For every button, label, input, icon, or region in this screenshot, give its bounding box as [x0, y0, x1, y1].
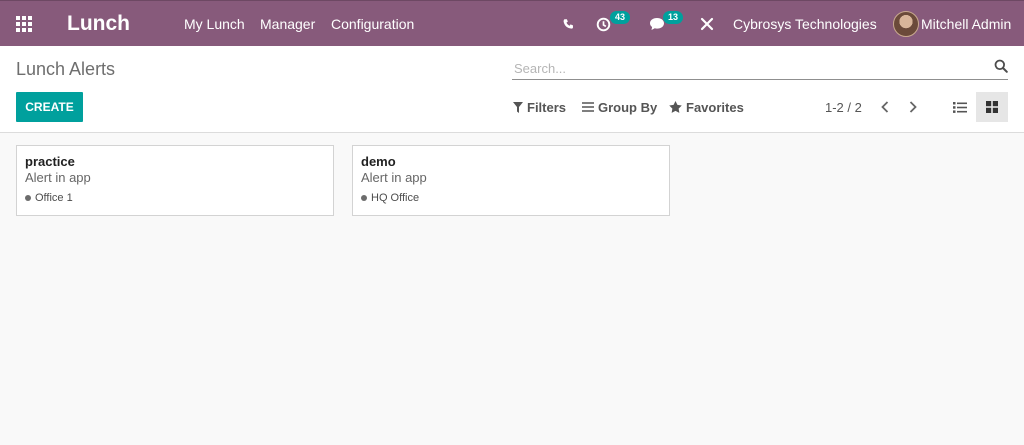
phone-icon[interactable] [562, 1, 575, 47]
alert-mode: Alert in app [361, 170, 427, 185]
alert-mode: Alert in app [25, 170, 91, 185]
location-tag: Office 1 [25, 192, 325, 204]
tag-dot-icon [361, 195, 367, 201]
kanban-view-icon[interactable] [976, 92, 1008, 122]
message-count-badge: 13 [663, 11, 684, 24]
kanban-card[interactable]: demo Alert in app HQ Office [352, 145, 670, 216]
apps-menu-icon[interactable] [16, 1, 34, 47]
kanban-card[interactable]: practice Alert in app Office 1 [16, 145, 334, 216]
user-avatar[interactable] [893, 1, 919, 47]
filters-label: Filters [527, 99, 567, 115]
company-switcher[interactable]: Cybrosys Technologies [733, 1, 877, 47]
search-icon[interactable] [994, 59, 1008, 78]
menu-configuration[interactable]: Configuration [331, 1, 414, 47]
favorites-label: Favorites [686, 99, 744, 115]
tag-dot-icon [25, 195, 31, 201]
star-icon [669, 101, 682, 113]
activity-clock-icon[interactable] [596, 1, 611, 47]
pager-next-icon[interactable] [903, 92, 923, 122]
location-tag: HQ Office [361, 192, 661, 204]
location-label: HQ Office [371, 192, 420, 204]
pager-value[interactable]: 1-2 / 2 [825, 92, 862, 122]
activity-count-badge: 43 [610, 11, 631, 24]
location-label: Office 1 [35, 192, 73, 204]
control-panel: Lunch Alerts CREATE Filters Group By Fav… [0, 46, 1024, 133]
list-bars-icon [582, 102, 594, 112]
group-by-button[interactable]: Group By [582, 92, 657, 122]
kanban-view: practice Alert in app Office 1 demo Aler… [0, 133, 1024, 445]
user-menu[interactable]: Mitchell Admin [921, 1, 1011, 47]
group-by-label: Group By [598, 99, 658, 115]
list-view-icon[interactable] [944, 92, 976, 122]
pager-previous-icon[interactable] [875, 92, 895, 122]
alert-name: demo [361, 154, 396, 169]
favorites-button[interactable]: Favorites [669, 92, 744, 122]
menu-my-lunch[interactable]: My Lunch [184, 1, 245, 47]
search-input[interactable] [514, 58, 984, 78]
create-button[interactable]: CREATE [16, 92, 83, 122]
app-title[interactable]: Lunch [67, 1, 130, 47]
filters-button[interactable]: Filters [513, 92, 566, 122]
top-navbar: Lunch My Lunch Manager Configuration 43 … [0, 0, 1024, 46]
menu-manager[interactable]: Manager [260, 1, 315, 47]
search-bar [512, 57, 1008, 80]
breadcrumb: Lunch Alerts [16, 59, 116, 79]
chat-bubble-icon[interactable] [649, 1, 665, 47]
filter-icon [513, 101, 523, 113]
debug-tools-icon[interactable] [700, 1, 714, 47]
alert-name: practice [25, 154, 75, 169]
